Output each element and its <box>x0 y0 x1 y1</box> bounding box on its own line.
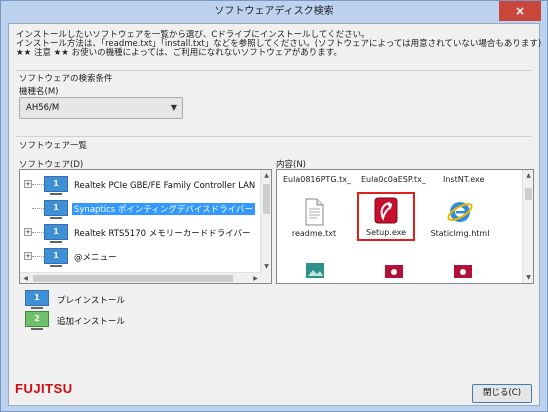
tree-horizontal-scrollbar[interactable]: ◀ ▶ <box>20 272 261 283</box>
media-file-icon[interactable] <box>453 264 473 278</box>
file-name[interactable]: Eula0c0aESP.tx_ <box>361 175 426 184</box>
tree-item-label: Synaptics ポインティングデバイスドライバー <box>72 203 255 215</box>
fujitsu-logo: FUJITSU <box>15 381 73 396</box>
tree-item-label: @メニュー <box>74 253 117 263</box>
tree-vertical-scrollbar[interactable]: ▲ ▼ <box>260 170 271 283</box>
legend-label: 追加インストール <box>57 317 125 327</box>
tree-item-synaptics[interactable]: 1 Synaptics ポインティングデバイスドライバー <box>20 198 270 219</box>
chevron-down-icon: ▼ <box>170 103 177 112</box>
close-button[interactable]: 閉じる(C) <box>472 384 532 403</box>
scroll-up-icon[interactable]: ▲ <box>523 170 533 181</box>
preinstall-icon: 1 <box>25 290 49 309</box>
setup-icon <box>374 197 398 224</box>
tree-item-realtek-card[interactable]: + 1 Realtek RTS5170 メモリーカードドライバー <box>20 222 270 243</box>
tree-item-label: Realtek PCIe GBE/FE Family Controller LA… <box>74 181 272 191</box>
search-conditions-title: ソフトウェアの検索条件 <box>19 74 113 84</box>
file-name[interactable]: InstNT.exe <box>443 175 484 184</box>
file-name[interactable]: Eula0816PTG.tx_ <box>283 175 351 184</box>
separator <box>16 136 532 137</box>
scroll-down-icon[interactable]: ▼ <box>523 272 533 283</box>
separator <box>16 70 532 71</box>
legend-preinstall: 1 プレインストール <box>25 290 125 310</box>
media-file-icon[interactable] <box>384 264 404 278</box>
text-file-icon <box>305 198 324 226</box>
software-tree[interactable]: + 1 Realtek PCIe GBE/FE Family Controlle… <box>19 169 272 284</box>
expand-icon[interactable]: + <box>24 180 32 188</box>
scroll-thumb[interactable] <box>263 184 270 214</box>
scroll-left-icon[interactable]: ◀ <box>20 273 31 283</box>
dialog-client: インストールしたいソフトウェアを一覧から選び、Cドライブにインストールしてくださ… <box>8 23 541 406</box>
scroll-thumb[interactable] <box>33 275 233 282</box>
tree-item-label: Realtek RTS5170 メモリーカードドライバー <box>74 229 251 239</box>
model-select[interactable]: AH56/M ▼ <box>19 97 183 119</box>
instruction-line-3: ★★ 注意 ★★ お使いの機種によっては、ご利用になれないソフトウェアがあります… <box>16 48 342 58</box>
contents-panel[interactable]: Eula0816PTG.tx_ Eula0c0aESP.tx_ InstNT.e… <box>276 169 534 284</box>
ie-icon <box>447 202 473 222</box>
preinstall-icon: 1 <box>44 248 68 267</box>
preinstall-icon: 1 <box>44 200 68 219</box>
legend-label: プレインストール <box>57 296 125 306</box>
preinstall-icon: 1 <box>44 176 68 195</box>
file-readme[interactable]: readme.txt <box>279 198 349 238</box>
scroll-up-icon[interactable]: ▲ <box>261 170 271 181</box>
tree-item-realtek-lan[interactable]: + 1 Realtek PCIe GBE/FE Family Controlle… <box>20 174 272 195</box>
scroll-right-icon[interactable]: ▶ <box>250 273 261 283</box>
model-label: 機種名(M) <box>19 87 59 97</box>
expand-icon[interactable]: + <box>24 228 32 236</box>
image-file-icon[interactable] <box>305 262 325 278</box>
model-select-value: AH56/M <box>26 103 60 113</box>
scroll-down-icon[interactable]: ▼ <box>261 261 271 272</box>
expand-icon[interactable]: + <box>24 252 32 260</box>
preinstall-icon: 1 <box>44 224 68 243</box>
window-close-button[interactable]: × <box>499 1 541 21</box>
addinstall-icon: 2 <box>25 311 49 330</box>
contents-vertical-scrollbar[interactable]: ▲ ▼ <box>522 170 533 283</box>
window-title: ソフトウェアディスク検索 <box>214 6 334 17</box>
file-name: readme.txt <box>291 229 337 238</box>
file-name: Setup.exe <box>365 228 407 237</box>
legend-addinstall: 2 追加インストール <box>25 311 125 331</box>
app-window: ソフトウェアディスク検索 × インストールしたいソフトウェアを一覧から選び、Cド… <box>0 0 548 412</box>
file-staticimg[interactable]: StaticImg.html <box>425 198 495 238</box>
file-setup[interactable]: Setup.exe <box>357 192 415 241</box>
file-name: StaticImg.html <box>430 229 490 238</box>
tree-item-at-menu[interactable]: + 1 @メニュー <box>20 246 270 267</box>
software-list-title: ソフトウェア一覧 <box>19 141 88 151</box>
scroll-thumb[interactable] <box>525 188 532 200</box>
